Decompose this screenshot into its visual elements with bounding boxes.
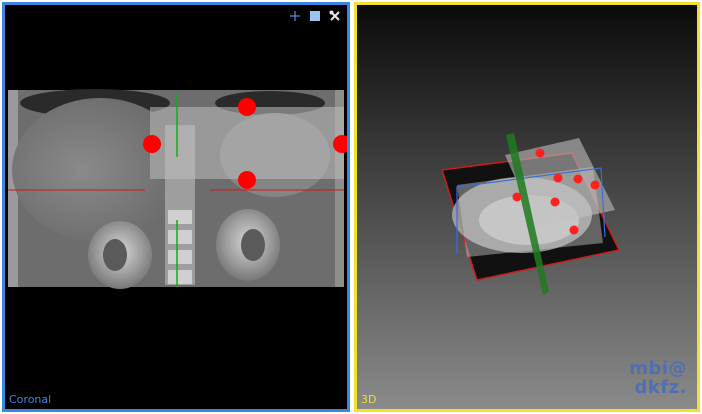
landmark-point[interactable] [143,135,161,153]
landmark-point[interactable] [573,174,583,184]
landmark-point[interactable] [569,225,579,235]
landmark-point[interactable] [590,180,600,190]
maximize-icon[interactable] [309,10,321,22]
coronal-view[interactable]: Coronal [2,2,350,412]
dkfz-logo: mbi@ dkfz. [629,359,687,397]
coronal-image[interactable] [5,5,347,409]
render3d-view[interactable]: mbi@ dkfz. 3D [354,2,700,412]
overlay-plane [150,107,344,179]
logo-line-2: dkfz. [634,377,687,398]
crosshair-icon[interactable] [289,10,301,22]
view-label-coronal: Coronal [9,393,52,406]
logo-line-1: mbi@ [629,358,687,379]
view-label-3d: 3D [361,393,377,406]
landmark-point[interactable] [512,192,522,202]
landmark-point[interactable] [535,148,545,158]
landmark-point[interactable] [553,173,563,183]
landmark-point[interactable] [550,197,560,207]
landmark-point[interactable] [238,98,256,116]
tools-icon[interactable] [329,10,341,22]
render3d-scene[interactable] [357,5,697,409]
view-toolbar [289,10,341,22]
landmark-point[interactable] [238,171,256,189]
